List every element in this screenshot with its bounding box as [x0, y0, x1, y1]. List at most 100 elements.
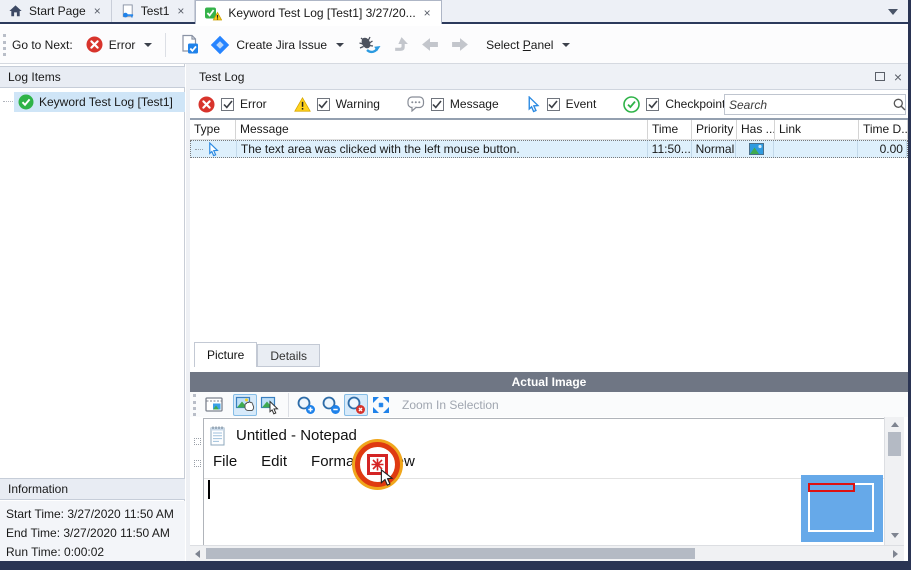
- log-filter-bar: Error Warning Message: [190, 90, 908, 120]
- horizontal-scroll-thumb[interactable]: [206, 548, 695, 559]
- column-time[interactable]: Time: [648, 120, 692, 139]
- close-icon[interactable]: ×: [92, 4, 103, 18]
- notepad-screenshot: Untitled - Notepad File Edit Format View: [203, 418, 884, 545]
- filter-label: Checkpoint: [665, 97, 725, 111]
- minimap-viewport-rect[interactable]: [808, 483, 855, 492]
- close-icon[interactable]: ×: [175, 4, 186, 18]
- scroll-down-icon[interactable]: [891, 533, 899, 538]
- keyword-test-icon: [120, 4, 135, 19]
- tab-start-page[interactable]: Start Page ×: [0, 0, 112, 22]
- filter-label: Warning: [336, 97, 380, 111]
- test-log-panel-header: Test Log ×: [190, 64, 908, 90]
- has-picture-cell: [736, 141, 774, 157]
- vertical-scrollbar[interactable]: [884, 417, 904, 545]
- zoom-in-button[interactable]: [294, 394, 318, 416]
- warning-checkbox[interactable]: [317, 98, 330, 111]
- testcomplete-window: Start Page × Test1 ×: [0, 0, 911, 570]
- right-arrow-icon: [450, 35, 470, 54]
- warning-icon: [294, 97, 311, 112]
- minimap-thumbnail[interactable]: [801, 475, 883, 542]
- zoom-reset-button[interactable]: [344, 394, 368, 416]
- scroll-up-icon[interactable]: [891, 422, 899, 427]
- tab-list-dropdown-icon[interactable]: [888, 9, 898, 15]
- event-icon: [526, 96, 541, 113]
- go-to-next-label: Go to Next:: [12, 38, 73, 52]
- go-to-next-error-button[interactable]: Error: [81, 33, 158, 56]
- event-cursor-icon: [207, 142, 220, 157]
- table-row[interactable]: The text area was clicked with the left …: [190, 140, 908, 158]
- tab-details[interactable]: Details: [257, 344, 320, 367]
- menu-file: File: [213, 453, 237, 470]
- checkpoint-checkbox[interactable]: [646, 98, 659, 111]
- notepad-titlebar: Untitled - Notepad: [209, 425, 357, 446]
- fit-to-window-button[interactable]: [369, 394, 393, 416]
- tab-label: Test1: [141, 4, 170, 18]
- message-checkbox[interactable]: [431, 98, 444, 111]
- pan-mode-button[interactable]: [233, 394, 257, 416]
- toolbar-separator: [165, 33, 166, 57]
- go-forward-button[interactable]: [445, 32, 475, 57]
- picture-toolbar: Zoom In Selection: [190, 392, 908, 417]
- tree-item-keyword-test-log[interactable]: Keyword Test Log [Test1]: [14, 92, 185, 112]
- filter-event: Event: [526, 96, 597, 113]
- go-back-button[interactable]: [415, 32, 445, 57]
- log-table-header: Type Message Time Priority Has ... Link …: [190, 120, 908, 140]
- tab-test1[interactable]: Test1 ×: [112, 0, 196, 22]
- log-items-panel: Log Items Keyword Test Log [Test1] Infor…: [0, 64, 185, 561]
- left-arrow-icon: [420, 35, 440, 54]
- actual-image-header: Actual Image: [190, 372, 908, 392]
- select-panel-button[interactable]: Select Panel: [481, 35, 575, 55]
- vertical-scroll-thumb[interactable]: [888, 432, 901, 456]
- checkpoint-icon: [623, 96, 640, 113]
- error-checkbox[interactable]: [221, 98, 234, 111]
- column-time-diff[interactable]: Time D...: [859, 120, 908, 139]
- mouse-cursor-icon: [380, 469, 394, 487]
- filter-message: Message: [407, 96, 499, 112]
- menu-edit: Edit: [261, 453, 287, 470]
- picture-icon: [749, 143, 764, 155]
- picture-canvas[interactable]: Untitled - Notepad File Edit Format View: [190, 417, 884, 545]
- view-image-window-button[interactable]: [202, 394, 226, 416]
- start-time-text: Start Time: 3/27/2020 11:50 AM: [6, 505, 185, 524]
- report-issue-button[interactable]: [174, 31, 205, 58]
- horizontal-scrollbar[interactable]: [190, 545, 904, 561]
- selection-handle: [194, 438, 201, 445]
- column-priority[interactable]: Priority: [692, 120, 737, 139]
- toolbar-grip[interactable]: [3, 34, 6, 56]
- picture-toolbar-grip[interactable]: [193, 394, 196, 416]
- tab-keyword-test-log[interactable]: Keyword Test Log [Test1] 3/27/20... ×: [195, 0, 441, 24]
- event-checkbox[interactable]: [547, 98, 560, 111]
- filter-warning: Warning: [294, 97, 380, 112]
- tab-label: Start Page: [29, 4, 86, 18]
- test-log-title: Test Log: [199, 70, 875, 84]
- create-jira-issue-button[interactable]: Create Jira Issue: [205, 32, 349, 58]
- scroll-right-icon[interactable]: [893, 550, 898, 558]
- filter-checkpoint: Checkpoint: [623, 96, 725, 113]
- column-link[interactable]: Link: [775, 120, 859, 139]
- notepad-title-text: Untitled - Notepad: [236, 427, 357, 444]
- close-panel-icon[interactable]: ×: [894, 72, 902, 82]
- message-cell: The text area was clicked with the left …: [237, 141, 648, 157]
- column-message[interactable]: Message: [236, 120, 648, 139]
- selection-handle: [194, 460, 201, 467]
- message-icon: [407, 96, 425, 112]
- jump-to-bug-button[interactable]: [353, 32, 387, 58]
- zoom-out-button[interactable]: [319, 394, 343, 416]
- tab-picture[interactable]: Picture: [194, 342, 257, 367]
- float-panel-icon[interactable]: [875, 72, 885, 81]
- check-circle-icon: [18, 94, 34, 110]
- row-expander: [195, 149, 203, 150]
- scroll-left-icon[interactable]: [195, 550, 200, 558]
- search-input[interactable]: [725, 98, 888, 112]
- search-box: [724, 94, 906, 115]
- select-mode-button[interactable]: [258, 394, 282, 416]
- text-caret: [208, 480, 210, 499]
- tree-connector: [3, 101, 13, 102]
- home-icon: [8, 4, 23, 18]
- go-to-parent-button[interactable]: [387, 33, 415, 56]
- document-check-icon: [179, 34, 200, 55]
- close-icon[interactable]: ×: [422, 6, 433, 20]
- column-has-picture[interactable]: Has ...: [737, 120, 775, 139]
- column-type[interactable]: Type: [190, 120, 236, 139]
- time-diff-cell: 0.00: [858, 141, 907, 157]
